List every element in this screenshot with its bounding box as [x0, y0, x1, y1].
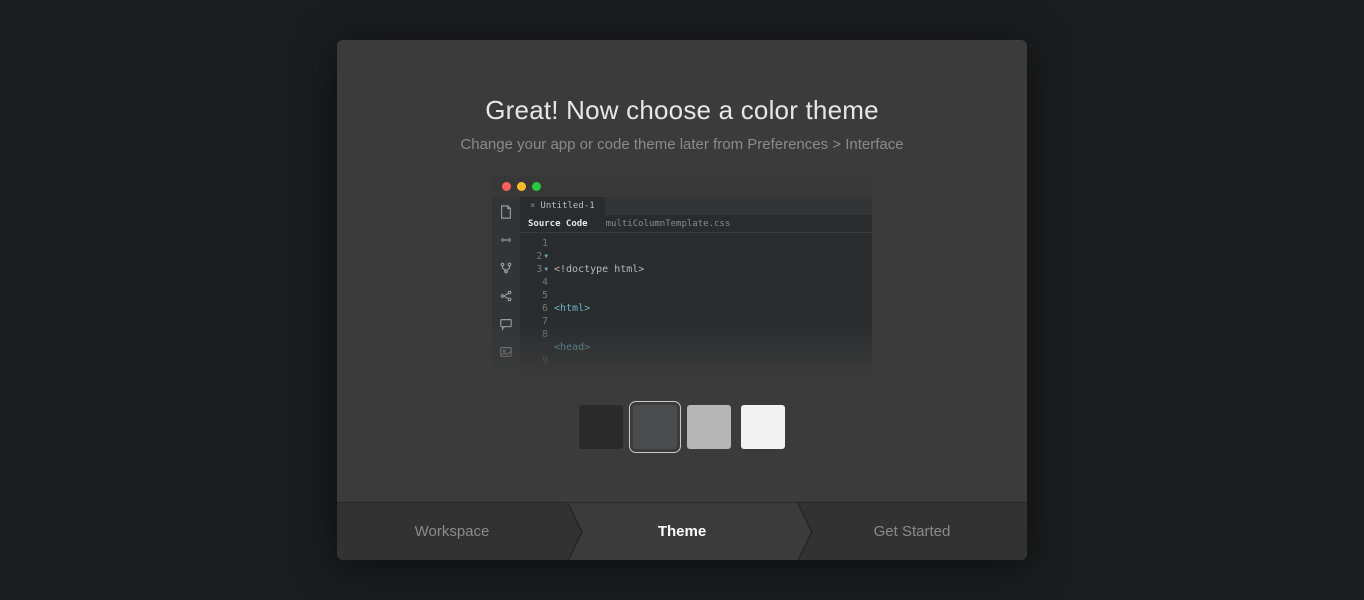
- step-label: Workspace: [415, 523, 490, 540]
- preview-subtabs: Source Code multiColumnTemplate.css: [520, 215, 872, 233]
- wizard-steps: Workspace Theme Get Started: [337, 502, 1027, 560]
- step-workspace[interactable]: Workspace: [337, 503, 567, 560]
- preview-titlebar: [492, 175, 872, 197]
- modal-subtitle: Change your app or code theme later from…: [460, 136, 903, 153]
- theme-swatches: [579, 405, 785, 449]
- file-icon: [499, 205, 513, 219]
- modal-title: Great! Now choose a color theme: [485, 95, 879, 126]
- code-area: 1 2 3 4 5 6 7 8 9 <!doctype html: [520, 233, 872, 381]
- theme-swatch-lightest[interactable]: [741, 405, 785, 449]
- updown-arrows-icon: [499, 233, 513, 247]
- theme-swatch-light[interactable]: [687, 405, 731, 449]
- preview-tab-label: Untitled-1: [540, 201, 594, 211]
- image-icon: [499, 345, 513, 359]
- line-gutter: 1 2 3 4 5 6 7 8 9: [520, 233, 554, 381]
- preview-tabs: × Untitled-1: [520, 197, 872, 215]
- preview-sidebar: [492, 197, 520, 381]
- nodes-icon: [499, 289, 513, 303]
- step-label: Get Started: [874, 523, 951, 540]
- modal-content: Great! Now choose a color theme Change y…: [337, 40, 1027, 502]
- subtab-source-code: Source Code: [528, 219, 588, 229]
- step-get-started[interactable]: Get Started: [797, 503, 1027, 560]
- theme-setup-modal: Great! Now choose a color theme Change y…: [337, 40, 1027, 560]
- theme-preview: × Untitled-1 Source Code multiColumnTemp…: [492, 175, 872, 381]
- preview-tab-active: × Untitled-1: [520, 197, 605, 215]
- theme-swatch-darkest[interactable]: [579, 405, 623, 449]
- subtab-css-file: multiColumnTemplate.css: [606, 219, 731, 229]
- comment-icon: [499, 317, 513, 331]
- theme-swatch-dark[interactable]: [633, 405, 677, 449]
- step-label: Theme: [658, 523, 706, 540]
- window-close-icon: [502, 182, 511, 191]
- window-zoom-icon: [532, 182, 541, 191]
- window-minimize-icon: [517, 182, 526, 191]
- code-lines: <!doctype html> <html> <head> <meta char…: [554, 233, 872, 381]
- branch-icon: [499, 261, 513, 275]
- step-theme[interactable]: Theme: [567, 503, 797, 560]
- close-tab-icon: ×: [530, 201, 535, 211]
